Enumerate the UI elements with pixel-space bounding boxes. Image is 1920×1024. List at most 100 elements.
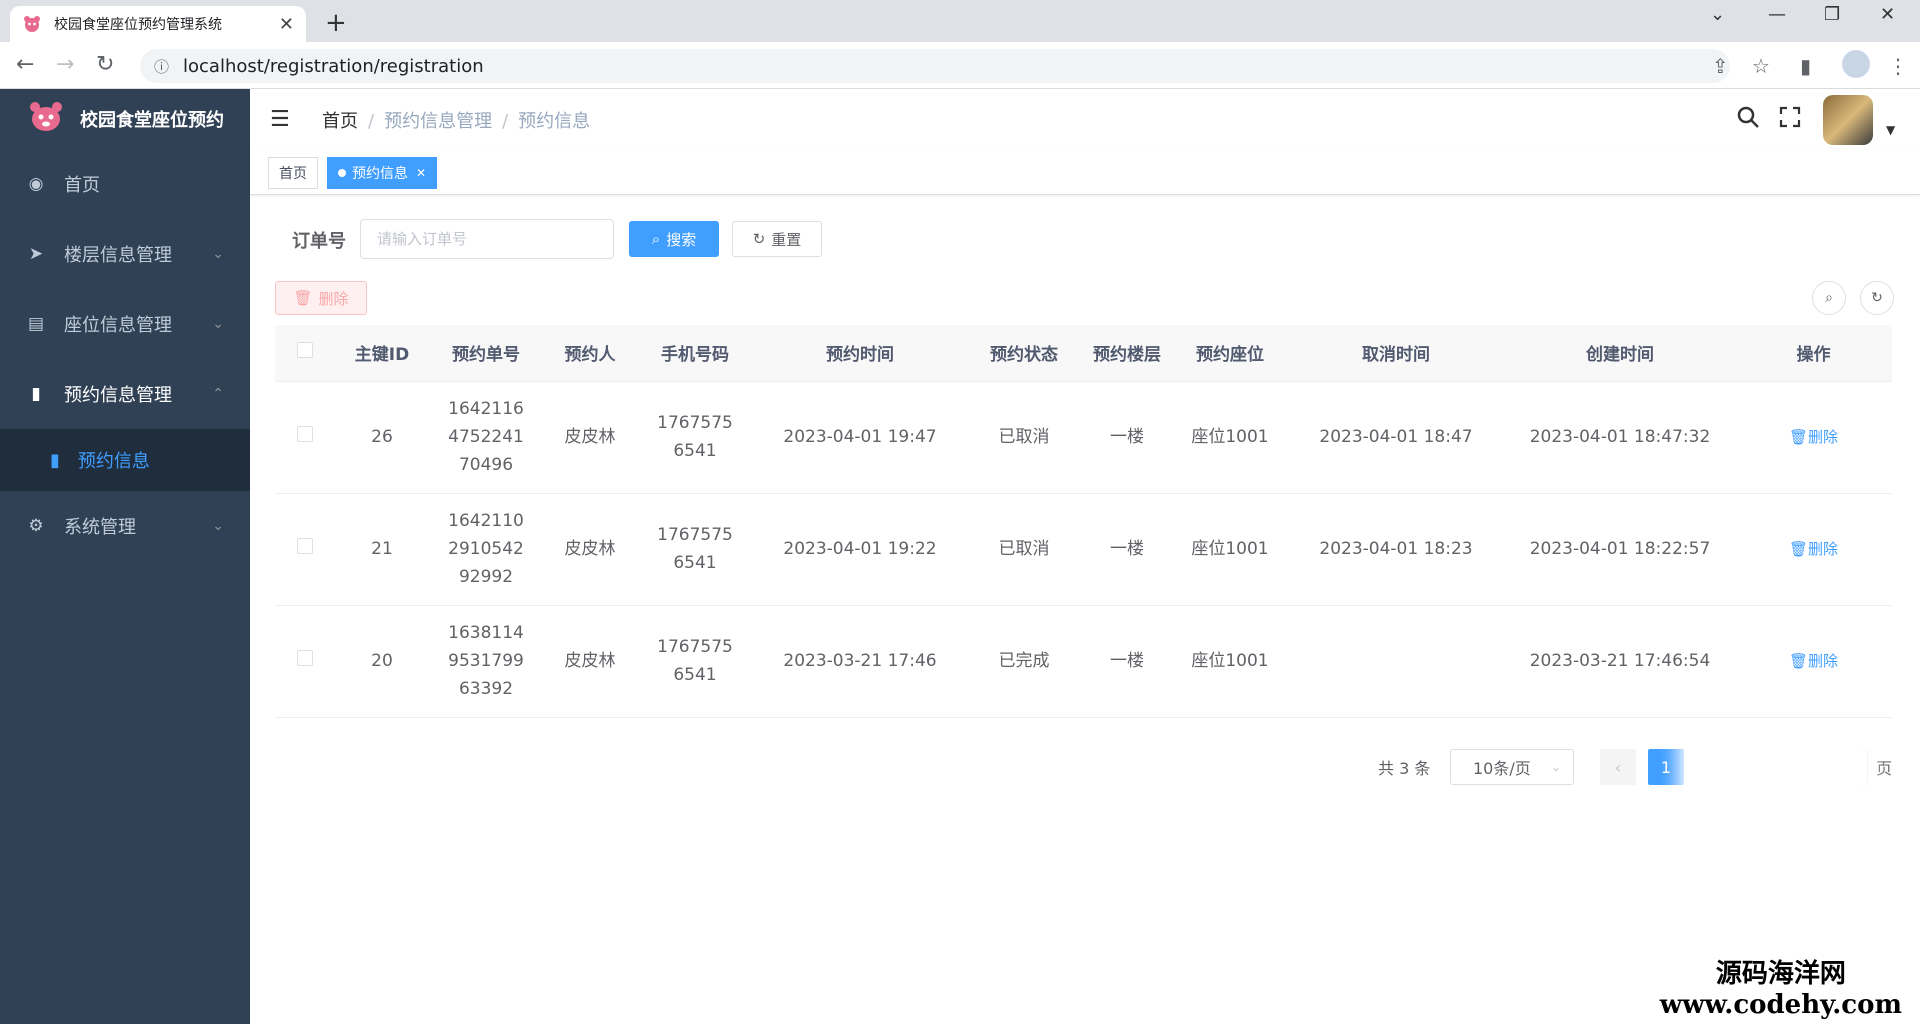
row-delete-link[interactable]: 🗑删除	[1789, 428, 1838, 446]
sidebar-item-seat[interactable]: ▤ 座位信息管理 ⌄	[0, 289, 250, 359]
cell-create-time: 2023-03-21 17:46:54	[1505, 605, 1735, 718]
close-window-icon[interactable]: ✕	[1880, 4, 1895, 25]
column-header: 预约人	[543, 325, 637, 382]
cell-seat: 座位1001	[1173, 493, 1287, 606]
page-size-select[interactable]: 10条/页 ⌄	[1450, 749, 1574, 785]
column-header: 预约状态	[967, 325, 1081, 382]
page-number-button[interactable]: 1	[1648, 749, 1684, 785]
column-header: 预约单号	[429, 325, 543, 382]
search-button[interactable]: ⌕ 搜索	[629, 221, 719, 257]
breadcrumb-home[interactable]: 首页	[322, 111, 358, 132]
close-tag-icon[interactable]: ✕	[416, 166, 426, 180]
profile-avatar-icon[interactable]	[1842, 50, 1870, 78]
side-panel-icon[interactable]: ▮	[1800, 54, 1811, 78]
address-bar-row: ← → ↻ ⓘ localhost/registration/registrat…	[0, 42, 1920, 89]
cell-floor: 一楼	[1081, 381, 1173, 494]
minimize-icon[interactable]: —	[1768, 4, 1786, 25]
row-checkbox[interactable]	[297, 538, 313, 554]
bookmark-star-icon[interactable]: ☆	[1752, 54, 1770, 78]
new-tab-button[interactable]: +	[325, 8, 347, 38]
fullscreen-icon[interactable]	[1778, 105, 1802, 135]
breadcrumb-current: 预约信息	[518, 111, 591, 132]
watermark: 源码海洋网 www.codehy.com	[1660, 953, 1902, 1020]
url-field[interactable]: ⓘ localhost/registration/registration	[140, 49, 1730, 83]
cell-cancel-time: 2023-04-01 18:47	[1287, 381, 1505, 494]
order-no-text: 1642110291054292992	[448, 511, 524, 587]
trash-icon: 🗑	[1788, 652, 1809, 670]
bar-chart-icon: ▮	[50, 449, 60, 471]
sidebar-item-label: 系统管理	[64, 517, 136, 538]
sidebar-item-system[interactable]: ⚙ 系统管理 ⌄	[0, 491, 250, 561]
pagination-total: 共 3 条	[1378, 759, 1431, 778]
prev-page-button[interactable]: ‹	[1600, 749, 1636, 785]
sidebar-item-label: 首页	[64, 175, 100, 196]
batch-delete-button[interactable]: 🗑 删除	[275, 281, 367, 315]
tag-home[interactable]: 首页	[268, 157, 318, 189]
select-all-cell	[275, 325, 335, 382]
back-icon[interactable]: ←	[16, 52, 34, 77]
caret-down-icon[interactable]: ▼	[1886, 123, 1895, 137]
table-row: 26 1642116475224170496 皮皮林 17675756541 2…	[275, 381, 1892, 494]
tag-reservation-info[interactable]: 预约信息 ✕	[327, 157, 438, 189]
main-content: 订单号 ⌕ 搜索 ↻ 重置 🗑 删除 ⌕ ↻ 主键ID 预约单号 预约人 手机号…	[250, 195, 1920, 1024]
site-info-icon[interactable]: ⓘ	[154, 56, 169, 77]
column-header: 取消时间	[1287, 325, 1505, 382]
cell-order-no: 1642116475224170496	[429, 381, 543, 494]
cell-operation: 🗑删除	[1735, 381, 1892, 494]
refresh-button[interactable]: ↻	[1860, 281, 1894, 315]
order-number-label: 订单号	[292, 231, 346, 252]
cell-phone: 17675756541	[637, 381, 753, 494]
sidebar-item-reservation[interactable]: ▮ 预约信息管理 ⌃	[0, 359, 250, 429]
hamburger-icon[interactable]: ☰	[270, 107, 290, 132]
cell-status: 已取消	[967, 381, 1081, 494]
browser-tab[interactable]: 校园食堂座位预约管理系统 ✕	[10, 6, 306, 42]
trash-icon: 🗑	[1788, 428, 1809, 446]
cell-operation: 🗑删除	[1735, 605, 1892, 718]
column-header: 主键ID	[335, 325, 429, 382]
row-delete-link[interactable]: 🗑删除	[1789, 540, 1838, 558]
search-icon: ⌕	[651, 230, 661, 248]
row-delete-label: 删除	[1808, 652, 1839, 670]
chevron-down-icon: ⌄	[212, 518, 224, 534]
sidebar-item-label: 预约信息管理	[64, 385, 172, 406]
column-header: 预约楼层	[1081, 325, 1173, 382]
order-number-input[interactable]	[360, 219, 614, 259]
reload-icon[interactable]: ↻	[96, 52, 114, 77]
navbar: ☰ 首页 / 预约信息管理 / 预约信息 ▼	[250, 89, 1920, 149]
refresh-icon: ↻	[752, 230, 766, 248]
sidebar: 校园食堂座位预约 ◉ 首页 ➤ 楼层信息管理 ⌄ ▤ 座位信息管理 ⌄ ▮ 预约…	[0, 89, 250, 1024]
cell-phone: 17675756541	[637, 605, 753, 718]
logo[interactable]: 校园食堂座位预约	[0, 89, 250, 149]
cell-phone: 17675756541	[637, 493, 753, 606]
select-all-checkbox[interactable]	[297, 342, 313, 359]
sidebar-subitem-reservation-info[interactable]: ▮ 预约信息	[0, 429, 250, 491]
sidebar-item-home[interactable]: ◉ 首页	[0, 149, 250, 219]
tab-search-icon[interactable]: ⌄	[1710, 4, 1725, 25]
user-avatar[interactable]	[1823, 95, 1873, 145]
phone-text: 17675756541	[657, 413, 733, 461]
watermark-line1: 源码海洋网	[1715, 959, 1846, 989]
reset-button[interactable]: ↻ 重置	[732, 221, 822, 257]
row-delete-label: 删除	[1808, 428, 1839, 446]
cell-create-time: 2023-04-01 18:22:57	[1505, 493, 1735, 606]
cell-cancel-time	[1287, 605, 1505, 718]
row-select-cell	[275, 493, 335, 606]
search-icon[interactable]	[1736, 105, 1760, 135]
share-icon[interactable]: ⇪	[1712, 54, 1729, 78]
row-checkbox[interactable]	[297, 426, 313, 442]
sidebar-item-floor[interactable]: ➤ 楼层信息管理 ⌄	[0, 219, 250, 289]
maximize-icon[interactable]: ❐	[1824, 4, 1840, 25]
toggle-search-button[interactable]: ⌕	[1812, 281, 1846, 315]
column-header: 预约时间	[753, 325, 967, 382]
cell-order-no: 1642110291054292992	[429, 493, 543, 606]
row-checkbox[interactable]	[297, 650, 313, 666]
chevron-down-icon: ⌄	[212, 316, 224, 332]
row-delete-link[interactable]: 🗑删除	[1789, 652, 1838, 670]
browser-menu-icon[interactable]: ⋮	[1888, 54, 1908, 78]
submenu: ▮ 预约信息	[0, 429, 250, 491]
page-suffix: 页	[1876, 759, 1893, 778]
close-tab-icon[interactable]: ✕	[279, 14, 294, 35]
forward-icon[interactable]: →	[56, 52, 74, 77]
table-icon: ▤	[27, 314, 45, 334]
search-button-label: 搜索	[666, 230, 697, 249]
